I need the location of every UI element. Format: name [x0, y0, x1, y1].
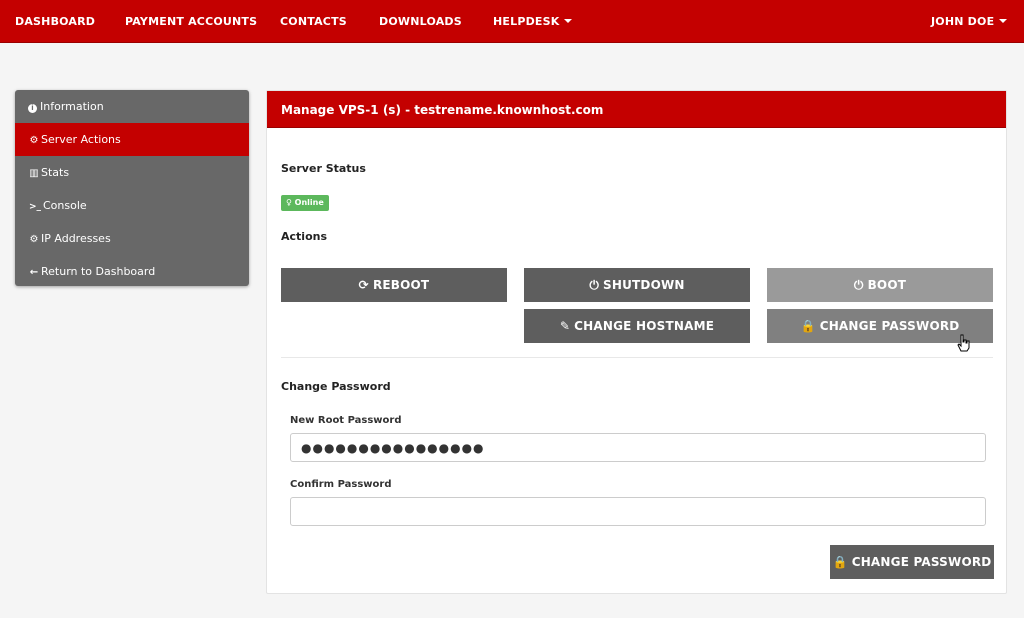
- reboot-button-label: REBOOT: [372, 278, 430, 292]
- change-password-submit-button[interactable]: 🔒 CHANGE PASSWORD: [830, 545, 994, 579]
- status-badge-text: Online: [294, 198, 324, 207]
- sidebar-item-label: Console: [43, 199, 87, 212]
- power-icon: ⏻: [853, 278, 864, 292]
- actions-heading: Actions: [281, 230, 327, 243]
- sidebar-item-console[interactable]: >_ Console: [15, 189, 249, 222]
- sidebar-item-stats[interactable]: ▥ Stats: [15, 156, 249, 189]
- boot-button-label: BOOT: [867, 278, 907, 292]
- user-menu-dropdown[interactable]: JOHN DOE: [931, 0, 1008, 43]
- sidebar-item-label: IP Addresses: [41, 232, 111, 245]
- sidebar-item-label: Server Actions: [41, 133, 121, 146]
- manage-vps-panel: Manage VPS-1 (s) - testrename.knownhost.…: [266, 90, 1007, 594]
- sidebar-item-label: Information: [40, 100, 104, 113]
- sidebar-item-server-actions[interactable]: ⚙ Server Actions: [15, 123, 249, 156]
- change-password-heading: Change Password: [281, 380, 391, 393]
- shutdown-button[interactable]: ⏻ SHUTDOWN: [524, 268, 750, 302]
- change-password-action-label: CHANGE PASSWORD: [819, 319, 960, 333]
- lock-icon: 🔒: [800, 319, 816, 333]
- new-root-password-field[interactable]: [290, 433, 986, 462]
- shutdown-button-label: SHUTDOWN: [603, 278, 685, 292]
- info-circle-icon: i: [28, 104, 37, 113]
- arrow-left-icon: ←: [29, 267, 39, 278]
- bar-chart-icon: ▥: [29, 168, 39, 179]
- change-hostname-button-label: CHANGE HOSTNAME: [574, 319, 715, 333]
- terminal-icon: >_: [28, 202, 42, 212]
- server-status-heading: Server Status: [281, 162, 366, 175]
- reboot-button[interactable]: ⟳ REBOOT: [281, 268, 507, 302]
- refresh-icon: ⟳: [358, 278, 369, 292]
- sidebar-item-ip-addresses[interactable]: ⚙ IP Addresses: [15, 222, 249, 255]
- nav-payment-accounts[interactable]: PAYMENT ACCOUNTS: [125, 0, 257, 43]
- sidebar-item-information[interactable]: i Information: [15, 90, 249, 123]
- section-divider: [281, 357, 993, 358]
- cogs-icon: ⚙: [29, 135, 39, 146]
- boot-button[interactable]: ⏻ BOOT: [767, 268, 993, 302]
- user-name: JOHN DOE: [931, 15, 995, 28]
- new-root-password-label: New Root Password: [290, 415, 402, 426]
- top-navbar: DASHBOARD PAYMENT ACCOUNTS CONTACTS DOWN…: [0, 0, 1024, 43]
- nav-contacts[interactable]: CONTACTS: [280, 0, 347, 43]
- edit-icon: ✎: [559, 319, 571, 333]
- chevron-down-icon: [564, 19, 573, 23]
- chevron-down-icon: [999, 19, 1008, 23]
- lightbulb-icon: ♀: [286, 198, 292, 207]
- nav-helpdesk-label: HELPDESK: [493, 15, 560, 28]
- sidebar-item-return-to-dashboard[interactable]: ← Return to Dashboard: [15, 255, 249, 286]
- gear-icon: ⚙: [29, 234, 39, 245]
- change-hostname-button[interactable]: ✎ CHANGE HOSTNAME: [524, 309, 750, 343]
- nav-downloads[interactable]: DOWNLOADS: [379, 0, 462, 43]
- lock-icon: 🔒: [832, 555, 848, 569]
- nav-helpdesk-dropdown[interactable]: HELPDESK: [493, 0, 573, 43]
- nav-dashboard[interactable]: DASHBOARD: [15, 0, 95, 43]
- sidebar-item-label: Stats: [41, 166, 70, 179]
- confirm-password-field[interactable]: [290, 497, 986, 526]
- sidebar: i Information ⚙ Server Actions ▥ Stats >_ Co…: [15, 90, 249, 286]
- confirm-password-label: Confirm Password: [290, 479, 392, 490]
- power-icon: ⏻: [589, 278, 600, 292]
- status-badge: ♀ Online: [281, 195, 329, 211]
- panel-title: Manage VPS-1 (s) - testrename.knownhost.…: [267, 91, 1006, 128]
- hand-cursor-icon: [957, 334, 970, 352]
- sidebar-item-label: Return to Dashboard: [41, 265, 156, 278]
- change-password-submit-label: CHANGE PASSWORD: [851, 555, 992, 569]
